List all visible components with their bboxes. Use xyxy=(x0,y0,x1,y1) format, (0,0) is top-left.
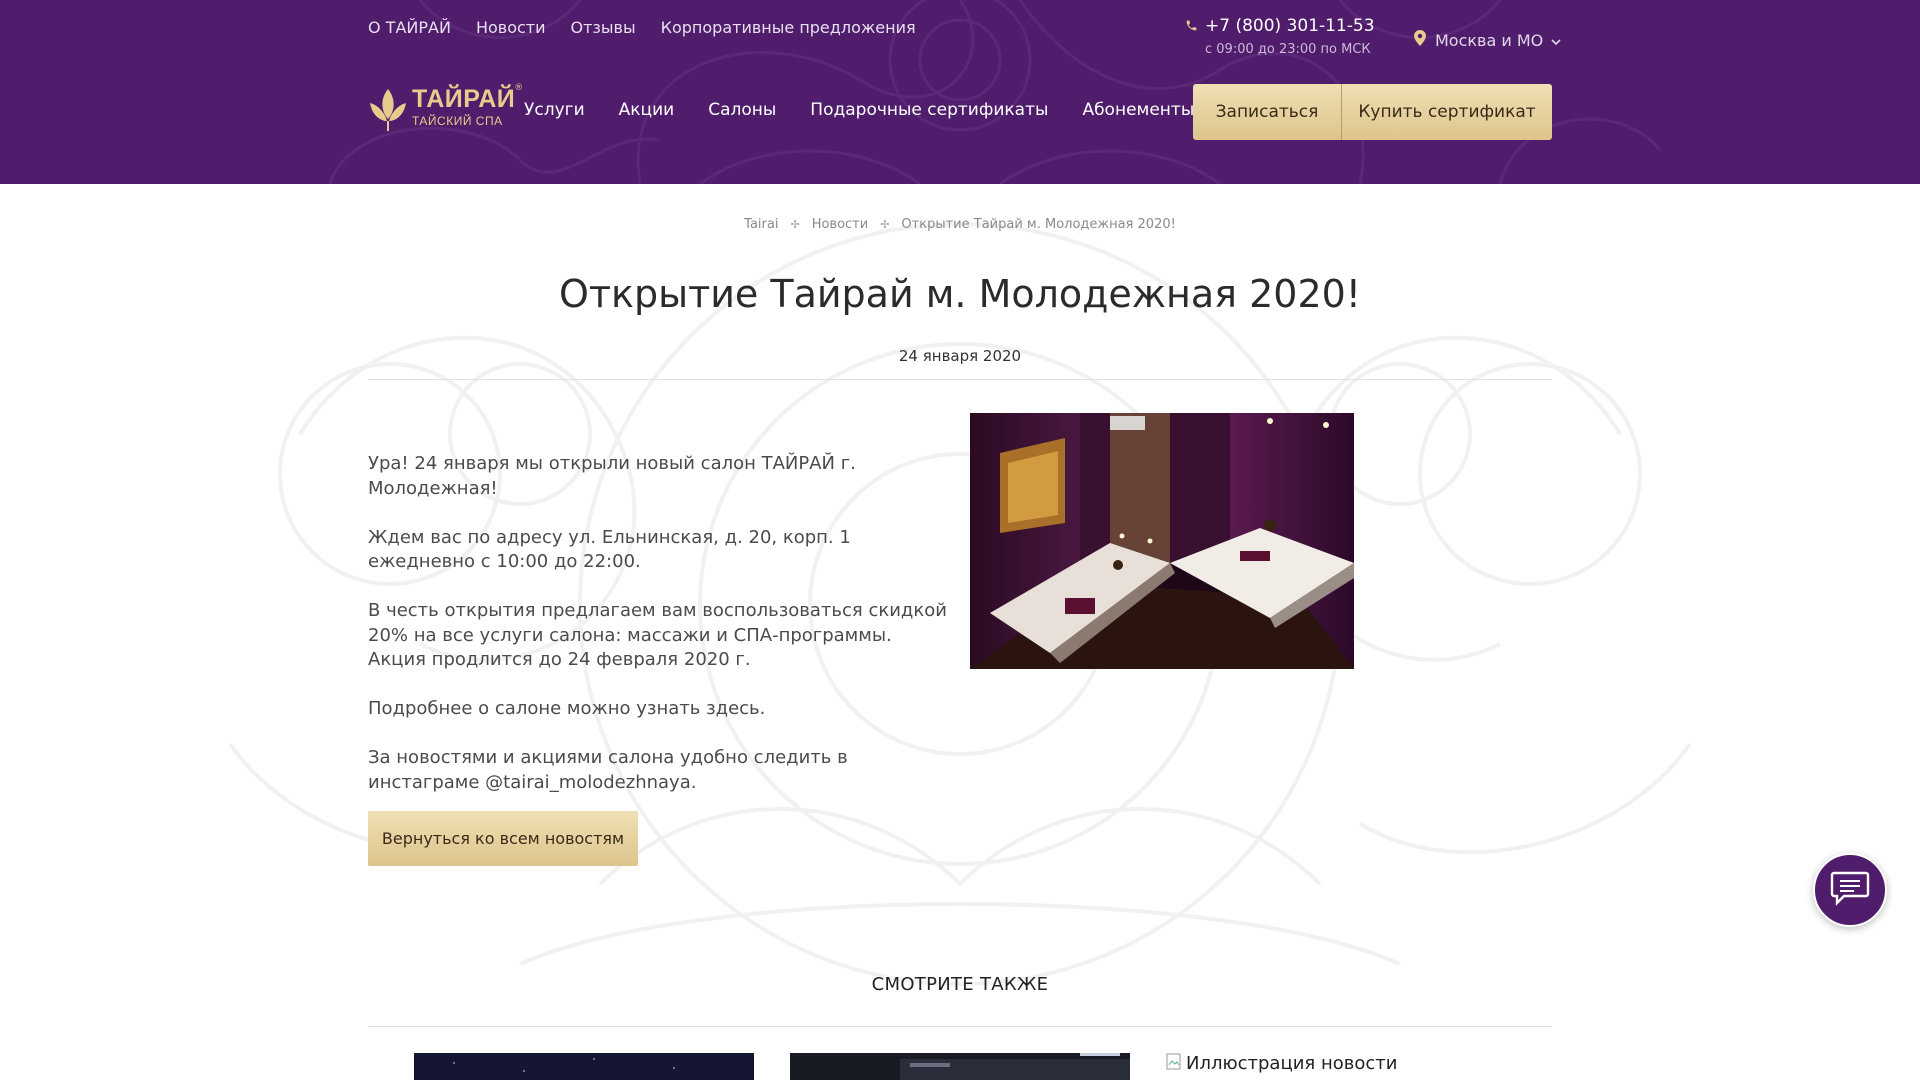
news-date: 24 января 2020 xyxy=(898,347,1022,365)
breadcrumb-current: Открытие Тайрай м. Молодежная 2020! xyxy=(901,217,1176,232)
details-text: Подробнее о салоне можно узнать xyxy=(368,698,707,719)
chevron-down-icon xyxy=(1551,31,1561,50)
signup-button[interactable]: Записаться xyxy=(1193,84,1342,140)
see-also-title: СМОТРИТЕ ТАКЖЕ xyxy=(871,974,1049,995)
broken-image-icon xyxy=(1166,1053,1182,1076)
details-end: . xyxy=(759,698,766,719)
breadcrumb-home[interactable]: Tairai xyxy=(744,217,778,232)
background-ornament xyxy=(228,222,1692,986)
phone-icon xyxy=(1185,17,1198,36)
related-news-broken-image[interactable]: Иллюстрация новости xyxy=(1166,1053,1506,1080)
chat-icon xyxy=(1830,870,1870,910)
registered-mark: ® xyxy=(514,83,524,93)
article-paragraph: В честь открытия предлагаем вам воспольз… xyxy=(368,600,947,670)
nav-gift-certificates[interactable]: Подарочные сертификаты xyxy=(810,100,1048,120)
lotus-leaf-icon xyxy=(368,87,408,137)
page-title: Открытие Тайрай м. Молодежная 2020! xyxy=(558,272,1362,316)
article-paragraph: Ждем вас по адресу ул. Ельнинская, д. 20… xyxy=(368,526,851,573)
header-ornament xyxy=(328,0,1662,184)
phone-row: +7 (800) 301-11-53 xyxy=(1185,16,1375,36)
city-name: Москва и МО xyxy=(1435,30,1544,50)
working-hours: с 09:00 до 23:00 по МСК xyxy=(1205,42,1371,57)
header-buttons: Записаться Купить сертификат xyxy=(1193,84,1552,140)
breadcrumb-separator: ✢ xyxy=(880,218,890,231)
nav-services[interactable]: Услуги xyxy=(524,100,585,120)
city-selector[interactable]: Москва и МО xyxy=(1413,30,1561,50)
salon-details-link[interactable]: здесь xyxy=(706,698,760,719)
chat-button[interactable] xyxy=(1813,853,1887,927)
top-link-corporate[interactable]: Корпоративные предложения xyxy=(661,18,916,37)
top-link-news[interactable]: Новости xyxy=(476,18,546,37)
logo-title: ТАЙРАЙ xyxy=(412,85,516,113)
article-photo xyxy=(970,413,1354,669)
logo-subtitle: ТАЙСКИЙ СПА xyxy=(412,114,503,128)
contact-block: +7 (800) 301-11-53 с 09:00 до 23:00 по М… xyxy=(1185,16,1375,57)
nav-subscriptions[interactable]: Абонементы xyxy=(1082,100,1194,120)
buy-certificate-button[interactable]: Купить сертификат xyxy=(1342,84,1552,140)
top-link-reviews[interactable]: Отзывы xyxy=(571,18,636,37)
phone-number[interactable]: +7 (800) 301-11-53 xyxy=(1205,16,1375,36)
breadcrumb: Tairai ✢ Новости ✢ Открытие Тайрай м. Мо… xyxy=(0,217,1920,232)
related-news-image[interactable] xyxy=(790,1053,1130,1080)
article-paragraph: Ура! 24 января мы открыли новый салон ТА… xyxy=(368,453,856,499)
divider xyxy=(368,1026,1552,1027)
broken-image-alt: Иллюстрация новости xyxy=(1186,1053,1398,1074)
back-to-news-button[interactable]: Вернуться ко всем новостям xyxy=(368,811,638,866)
top-links: О ТАЙРАЙ Новости Отзывы Корпоративные пр… xyxy=(368,18,916,37)
nav-promotions[interactable]: Акции xyxy=(619,100,675,120)
site-header: О ТАЙРАЙ Новости Отзывы Корпоративные пр… xyxy=(0,0,1920,184)
related-news-image[interactable] xyxy=(414,1053,754,1080)
article-paragraph: За новостями и акциями салона удобно сле… xyxy=(368,747,848,793)
breadcrumb-separator: ✢ xyxy=(790,218,800,231)
top-link-about[interactable]: О ТАЙРАЙ xyxy=(368,18,451,37)
main-nav: Услуги Акции Салоны Подарочные сертифика… xyxy=(524,100,1194,120)
nav-salons[interactable]: Салоны xyxy=(708,100,776,120)
location-pin-icon xyxy=(1413,30,1427,50)
breadcrumb-news[interactable]: Новости xyxy=(812,217,869,232)
logo[interactable]: ТАЙРАЙ ТАЙСКИЙ СПА ® xyxy=(368,84,523,137)
divider xyxy=(368,379,1552,380)
article-paragraph: Подробнее о салоне можно узнать здесь. xyxy=(368,697,948,722)
article-body: Ура! 24 января мы открыли новый салон ТА… xyxy=(368,452,948,820)
